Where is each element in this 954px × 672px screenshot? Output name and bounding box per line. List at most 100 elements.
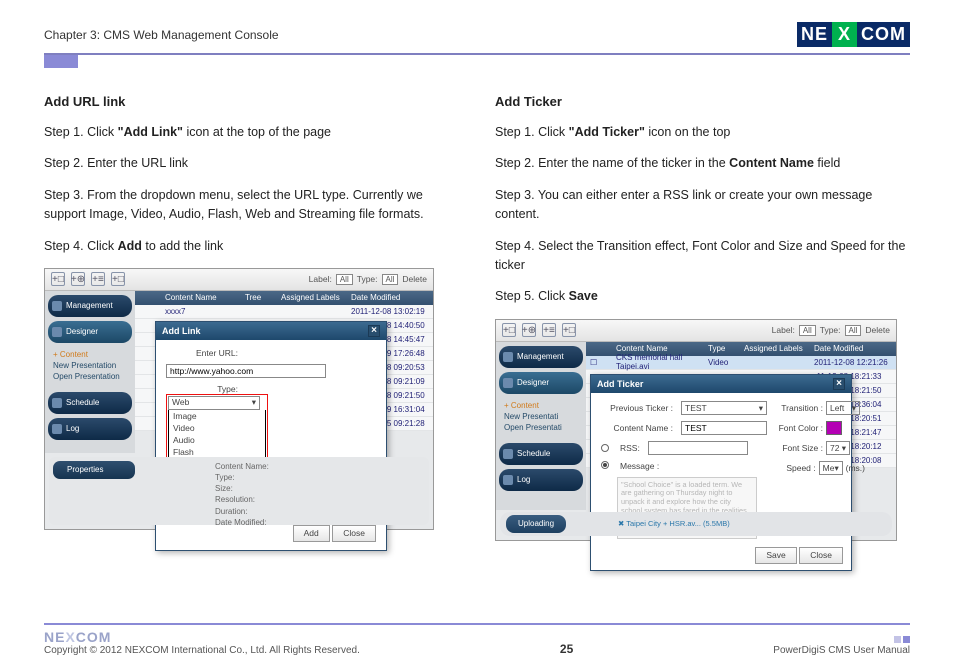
- prop-field: Date Modified:: [215, 517, 269, 528]
- screenshot-add-link: +□ +⊕ +≡ +□ Label: All Type: All Delete Ma…: [44, 268, 434, 530]
- table-row[interactable]: xxxx72011-12-08 13:02:19: [135, 305, 433, 319]
- toolbar-icon[interactable]: +≡: [91, 272, 105, 286]
- new-presentation-link[interactable]: New Presentation: [53, 360, 131, 371]
- message-radio[interactable]: [601, 461, 609, 469]
- font-color-swatch[interactable]: [826, 421, 842, 435]
- sidebar-item-schedule[interactable]: Schedule: [499, 443, 583, 465]
- col-content-name: Content Name: [612, 344, 704, 353]
- content-name-input[interactable]: [681, 421, 767, 435]
- prop-field: Resolution:: [215, 494, 269, 505]
- option-video[interactable]: Video: [169, 422, 265, 434]
- col-date-modified: Date Modified: [810, 344, 896, 353]
- speed-unit: (ms.): [846, 463, 865, 473]
- sidebar-item-designer[interactable]: Designer: [48, 321, 132, 343]
- prop-field: Duration:: [215, 506, 269, 517]
- open-presentation-link[interactable]: Open Presentati: [504, 422, 582, 433]
- delete-button[interactable]: Delete: [865, 325, 890, 335]
- option-audio[interactable]: Audio: [169, 434, 265, 446]
- sidebar-item-schedule[interactable]: Schedule: [48, 392, 132, 414]
- toolbar: +□ +⊕ +≡ +□ Label: All Type: All Delete: [45, 269, 433, 291]
- new-presentation-link[interactable]: New Presentati: [504, 411, 582, 422]
- font-size-select[interactable]: 72▾: [826, 441, 850, 455]
- toolbar-icon[interactable]: +□: [51, 272, 65, 286]
- sidebar-item-designer[interactable]: Designer: [499, 372, 583, 394]
- table-row[interactable]: ☐CKS memorial hall Taipei.aviVideo2011-1…: [586, 356, 896, 370]
- chevron-down-icon: ▾: [759, 403, 763, 413]
- rss-label: RSS:: [620, 443, 640, 453]
- font-size-label: Font Size :: [775, 443, 823, 453]
- step: Step 5. Click Save: [495, 287, 910, 306]
- toolbar-icon[interactable]: +□: [562, 323, 576, 337]
- type-select[interactable]: All: [845, 325, 862, 336]
- prop-field: Content Name:: [215, 461, 269, 472]
- toolbar: +□ +⊕ +≡ +□ Label:All Type:All Delete: [496, 320, 896, 342]
- col-date-modified: Date Modified: [347, 293, 433, 302]
- content-name-label: Content Name :: [601, 423, 673, 433]
- label-label: Label:: [772, 325, 795, 335]
- type-label: Type:: [166, 384, 238, 394]
- properties-label[interactable]: Properties: [53, 461, 135, 479]
- sidebar-item-management[interactable]: Management: [499, 346, 583, 368]
- footer: NEXCOM Copyright © 2012 NEXCOM Internati…: [44, 623, 910, 656]
- toolbar-icon[interactable]: +□: [111, 272, 125, 286]
- step: Step 3. From the dropdown menu, select t…: [44, 186, 459, 225]
- transition-label: Transition :: [775, 403, 823, 413]
- col-tree: Tree: [241, 293, 277, 302]
- nexcom-logo: NEXCOM: [797, 22, 910, 47]
- url-input[interactable]: [166, 364, 326, 378]
- toolbar-icon[interactable]: +□: [502, 323, 516, 337]
- label-label: Label:: [309, 274, 332, 284]
- dialog-title: Add Link: [162, 326, 201, 336]
- content-link[interactable]: + Content: [504, 400, 582, 411]
- close-button[interactable]: Close: [799, 547, 843, 564]
- step: Step 2. Enter the URL link: [44, 154, 459, 173]
- copyright: Copyright © 2012 NEXCOM International Co…: [44, 645, 360, 656]
- uploading-file[interactable]: ✖ Taipei City + HSR.av... (5.5MB): [618, 519, 730, 528]
- label-select[interactable]: All: [799, 325, 816, 336]
- chevron-down-icon: ▾: [252, 397, 256, 409]
- step: Step 2. Enter the name of the ticker in …: [495, 154, 910, 173]
- col-type: Type: [704, 344, 740, 353]
- toolbar-icon[interactable]: +≡: [542, 323, 556, 337]
- col-assigned-labels: Assigned Labels: [740, 344, 810, 353]
- option-image[interactable]: Image: [169, 410, 265, 422]
- page-number: 25: [560, 642, 573, 656]
- delete-button[interactable]: Delete: [402, 274, 427, 284]
- type-label: Type:: [357, 274, 378, 284]
- sidebar-item-log[interactable]: Log: [499, 469, 583, 491]
- label-select[interactable]: All: [336, 274, 353, 285]
- footer-logo: NEXCOM: [44, 629, 360, 645]
- step: Step 1. Click "Add Link" icon at the top…: [44, 123, 459, 142]
- close-icon[interactable]: ×: [833, 378, 845, 390]
- type-select[interactable]: Web▾: [168, 396, 260, 410]
- enter-url-label: Enter URL:: [166, 348, 238, 358]
- previous-ticker-select[interactable]: TEST▾: [681, 401, 767, 415]
- add-ticker-dialog: Add Ticker× Previous Ticker : TEST▾ Cont…: [590, 374, 852, 571]
- heading-add-ticker: Add Ticker: [495, 94, 910, 109]
- col-assigned-labels: Assigned Labels: [277, 293, 347, 302]
- step: Step 3. You can either enter a RSS link …: [495, 186, 910, 225]
- sidebar-item-log[interactable]: Log: [48, 418, 132, 440]
- screenshot-add-ticker: +□ +⊕ +≡ +□ Label:All Type:All Delete Ma…: [495, 319, 897, 541]
- col-content-name: Content Name: [161, 293, 241, 302]
- toolbar-icon[interactable]: +⊕: [522, 323, 536, 337]
- close-icon[interactable]: ×: [368, 325, 380, 337]
- sidebar-item-management[interactable]: Management: [48, 295, 132, 317]
- rss-radio[interactable]: [601, 444, 609, 452]
- prop-field: Type:: [215, 472, 269, 483]
- close-button[interactable]: Close: [332, 525, 376, 542]
- content-link[interactable]: + Content: [53, 349, 131, 360]
- save-button[interactable]: Save: [755, 547, 796, 564]
- speed-select[interactable]: Me▾: [819, 461, 843, 475]
- message-label: Message :: [620, 461, 659, 471]
- font-color-label: Font Color :: [775, 423, 823, 433]
- rss-input[interactable]: [648, 441, 748, 455]
- open-presentation-link[interactable]: Open Presentation: [53, 371, 131, 382]
- toolbar-icon[interactable]: +⊕: [71, 272, 85, 286]
- sidebar: Management Designer + Content New Presen…: [496, 342, 586, 510]
- type-select[interactable]: All: [382, 274, 399, 285]
- section-tab-stub: [44, 55, 78, 68]
- add-button[interactable]: Add: [293, 525, 330, 542]
- transition-select[interactable]: Left▾: [826, 401, 860, 415]
- sidebar: Management Designer + Content New Presen…: [45, 291, 135, 453]
